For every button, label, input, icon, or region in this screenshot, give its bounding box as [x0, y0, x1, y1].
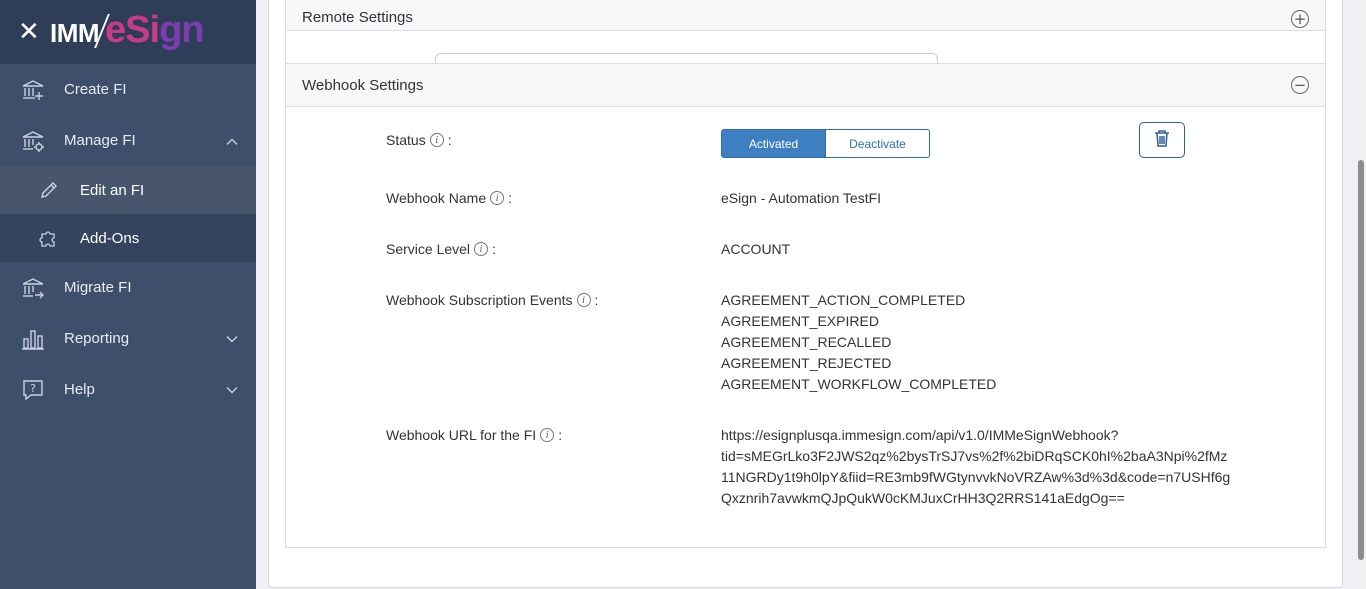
trash-icon: [1154, 129, 1170, 152]
url-line: 11NGRDy1t9h0lpY&fiid=RE3mb9fWGtynvvkNoVR…: [721, 469, 1231, 485]
sidebar-item-label: Migrate FI: [64, 279, 132, 296]
subscription-events-label-row: Webhook Subscription Events i:: [386, 292, 598, 308]
webhook-url-label-row: Webhook URL for the FI i:: [386, 427, 562, 443]
remote-settings-header[interactable]: Remote Settings +: [286, 0, 1325, 31]
sidebar-item-label: Manage FI: [64, 132, 136, 149]
sidebar-subitem-add-ons[interactable]: Add-Ons: [0, 214, 256, 262]
chevron-up-icon: [226, 132, 238, 149]
sidebar-item-help[interactable]: ? Help: [0, 364, 256, 415]
event-item: AGREEMENT_ACTION_COMPLETED: [721, 292, 966, 308]
plus-circle-icon[interactable]: +: [1291, 10, 1309, 28]
info-icon[interactable]: i: [474, 242, 489, 256]
delete-webhook-button[interactable]: [1139, 122, 1185, 158]
scrollbar-thumb[interactable]: [1358, 160, 1364, 560]
info-icon[interactable]: i: [576, 293, 591, 307]
status-toggle: Activated Deactivate: [721, 129, 930, 158]
sidebar-item-label: Create FI: [64, 81, 127, 98]
sidebar-subitem-label: Add-Ons: [80, 229, 140, 247]
label-colon: :: [558, 427, 563, 443]
webhook-settings-panel: Webhook Settings − Status i: Activated D…: [285, 63, 1326, 548]
help-bubble-icon: ?: [20, 377, 46, 403]
bank-gear-icon: [20, 128, 46, 154]
sidebar-subitem-edit-fi[interactable]: Edit an FI: [0, 166, 256, 214]
close-icon[interactable]: ✕: [18, 19, 42, 45]
service-level-label-row: Service Level i:: [386, 241, 496, 257]
label-colon: :: [492, 241, 496, 257]
puzzle-icon: [38, 227, 60, 249]
url-line: tid=sMEGrLko3F2JWS2qz%2bysTrSJ7vs%2f%2bi…: [721, 448, 1228, 464]
info-icon[interactable]: i: [540, 428, 555, 442]
chevron-down-icon: [226, 381, 238, 398]
sidebar-item-reporting[interactable]: Reporting: [0, 313, 256, 364]
sidebar-item-create-fi[interactable]: Create FI: [0, 64, 256, 115]
logo-text-gn: gn: [159, 9, 204, 51]
logo-text-imm: IMM: [50, 18, 100, 48]
status-label-row: Status i:: [386, 132, 452, 148]
info-icon[interactable]: i: [490, 191, 505, 205]
url-line: Qxznrih7avwkmQJpQukW0cKMJuxCrHH3Q2RRS141…: [721, 490, 1125, 506]
minus-circle-icon[interactable]: −: [1291, 76, 1309, 94]
pencil-icon: [38, 179, 60, 201]
logo-text-esi: eSi: [105, 9, 160, 51]
deactivate-button[interactable]: Deactivate: [826, 129, 930, 158]
label-colon: :: [447, 132, 452, 148]
sidebar: ✕ IMM eSign Create FI Manage FI Edit an …: [0, 0, 256, 589]
webhook-url-label: Webhook URL for the FI: [386, 427, 537, 443]
sidebar-header: ✕ IMM eSign: [0, 0, 256, 64]
event-item: AGREEMENT_EXPIRED: [721, 313, 879, 329]
bank-plus-icon: [20, 77, 46, 103]
logo-text-esign: eSign: [105, 9, 204, 52]
sidebar-item-label: Help: [64, 381, 95, 398]
event-item: AGREEMENT_REJECTED: [721, 355, 892, 371]
event-item: AGREEMENT_RECALLED: [721, 334, 892, 350]
sidebar-subitem-label: Edit an FI: [80, 181, 145, 199]
url-line: https://esignplusqa.immesign.com/api/v1.…: [721, 427, 1119, 443]
svg-text:?: ?: [30, 382, 36, 395]
subscription-events-list: AGREEMENT_ACTION_COMPLETED AGREEMENT_EXP…: [721, 290, 996, 395]
event-item: AGREEMENT_WORKFLOW_COMPLETED: [721, 376, 997, 392]
status-label: Status: [386, 132, 426, 148]
webhook-name-value: eSign - Automation TestFI: [721, 190, 882, 206]
chevron-down-icon: [226, 330, 238, 347]
sidebar-item-migrate-fi[interactable]: Migrate FI: [0, 262, 256, 313]
logo: IMM eSign: [50, 8, 205, 52]
info-icon[interactable]: i: [429, 133, 444, 147]
webhook-name-label-row: Webhook Name i:: [386, 190, 512, 206]
webhook-url-value: https://esignplusqa.immesign.com/api/v1.…: [721, 425, 1230, 509]
sidebar-item-manage-fi[interactable]: Manage FI: [0, 115, 256, 166]
label-colon: :: [508, 190, 513, 206]
webhook-settings-title: Webhook Settings: [302, 76, 424, 94]
bar-chart-icon: [20, 326, 46, 352]
label-colon: :: [594, 292, 599, 308]
activated-button[interactable]: Activated: [721, 129, 826, 158]
page-scrollbar[interactable]: [1356, 0, 1366, 589]
subscription-events-label: Webhook Subscription Events: [386, 292, 573, 308]
webhook-settings-header[interactable]: Webhook Settings −: [286, 64, 1325, 107]
sidebar-item-label: Reporting: [64, 330, 130, 347]
webhook-name-label: Webhook Name: [386, 190, 487, 206]
bank-arrow-icon: [20, 275, 46, 301]
service-level-value: ACCOUNT: [721, 241, 791, 257]
remote-settings-title: Remote Settings: [302, 9, 413, 26]
service-level-label: Service Level: [386, 241, 471, 257]
